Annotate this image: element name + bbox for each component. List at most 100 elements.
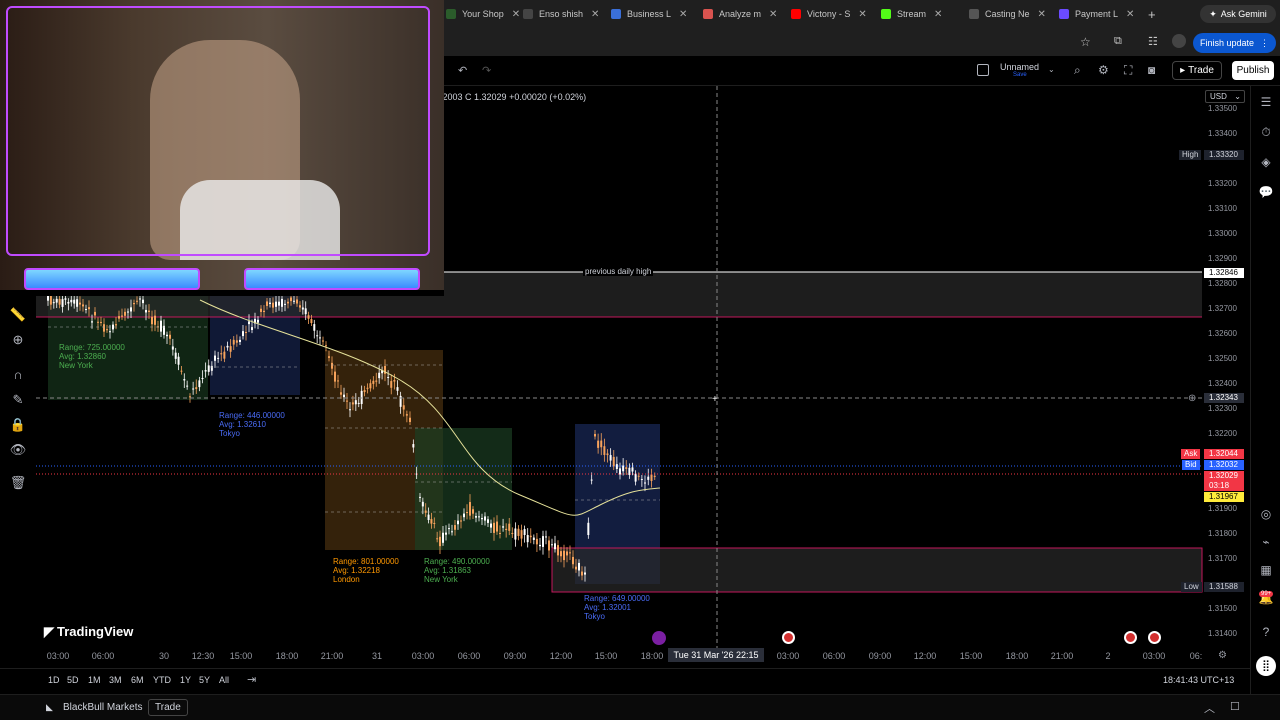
candle-body — [287, 301, 289, 304]
candle-body — [511, 532, 514, 535]
broker-trade-button[interactable]: Trade — [148, 699, 188, 716]
time-tick-label: 03:00 — [46, 651, 70, 661]
close-tab-icon[interactable]: ✕ — [512, 9, 520, 20]
maximize-icon[interactable]: ☐ — [1230, 700, 1240, 713]
us-flag-event-icon[interactable] — [1124, 631, 1137, 644]
range-button[interactable]: 6M — [131, 675, 144, 685]
profile-avatar[interactable] — [1172, 34, 1186, 48]
candle-body — [427, 514, 430, 520]
range-button[interactable]: 1D — [48, 675, 60, 685]
watchlist-icon[interactable]: ☰ — [1258, 94, 1274, 110]
tab-label: Stream — [897, 9, 927, 19]
time-tick-label: 18:00 — [640, 651, 664, 661]
finish-update-button[interactable]: Finish update ⋮ — [1193, 33, 1276, 53]
alerts-clock-icon[interactable]: ⏱ — [1258, 124, 1274, 140]
browser-tab[interactable]: Analyze m ✕ — [703, 4, 777, 24]
bookmark-star-icon[interactable]: ☆ — [1080, 35, 1091, 49]
candle-body — [505, 528, 508, 531]
range-button[interactable]: 5D — [67, 675, 79, 685]
previous-daily-high-price-tag: 1.32846 — [1204, 268, 1244, 278]
layers-icon[interactable]: ◈ — [1258, 154, 1274, 170]
time-tick-label: 31 — [371, 651, 383, 661]
tab-label: Payment L — [1075, 9, 1119, 19]
apps-grid-icon[interactable]: ⣿ — [1256, 656, 1276, 676]
candle-body — [248, 321, 250, 325]
time-tick-label: 12:00 — [913, 651, 937, 661]
pencil-icon[interactable]: ✎ — [9, 391, 27, 409]
range-button[interactable]: YTD — [153, 675, 171, 685]
undo-icon[interactable]: ↶ — [458, 64, 467, 77]
time-axis-settings-icon[interactable]: ⚙ — [1218, 650, 1227, 661]
candle-body — [615, 464, 618, 470]
close-tab-icon[interactable]: ✕ — [1038, 9, 1046, 20]
pulse-icon[interactable]: ⌁ — [1258, 534, 1274, 550]
fullscreen-icon[interactable]: ⛶ — [1124, 63, 1132, 78]
lock-icon[interactable]: 🔒 — [9, 416, 27, 434]
broker-name[interactable]: BlackBull Markets — [63, 702, 142, 713]
session-range: Range: 446.00000 — [219, 411, 285, 420]
browser-tab[interactable]: Casting Ne ✕ — [969, 4, 1046, 24]
candle-body — [214, 355, 216, 361]
chevron-up-icon[interactable]: ︿ — [1204, 700, 1215, 716]
range-button[interactable]: 1Y — [180, 675, 191, 685]
help-icon[interactable]: ? — [1258, 624, 1274, 640]
browser-tab[interactable]: Enso shish ✕ — [523, 4, 599, 24]
ruler-icon[interactable]: 📏 — [9, 306, 27, 324]
clock[interactable]: 18:41:43 UTC+13 — [1163, 675, 1234, 685]
snapshot-camera-icon[interactable]: ◙ — [1148, 63, 1155, 77]
us-flag-event-icon[interactable] — [782, 631, 795, 644]
ask-gemini-button[interactable]: ✦ Ask Gemini — [1200, 5, 1276, 23]
close-tab-icon[interactable]: ✕ — [591, 9, 599, 20]
eye-icon[interactable]: 👁 — [9, 441, 27, 459]
cast-icon[interactable]: ☷ — [1148, 35, 1158, 48]
close-tab-icon[interactable]: ✕ — [1126, 9, 1134, 20]
candle-body — [421, 501, 424, 507]
chevron-down-icon[interactable]: ⌄ — [1048, 65, 1055, 74]
redo-icon[interactable]: ↷ — [482, 64, 491, 77]
close-tab-icon[interactable]: ✕ — [934, 9, 942, 20]
browser-tab[interactable]: Victony - S ✕ — [791, 4, 867, 24]
layout-icon[interactable] — [977, 64, 989, 76]
event-marker-icon[interactable] — [652, 631, 666, 645]
range-button[interactable]: All — [219, 675, 229, 685]
candle-body — [448, 528, 450, 530]
settings-gear-icon[interactable]: ⚙ — [1098, 63, 1109, 77]
layout-name[interactable]: Unnamed — [1000, 62, 1039, 72]
trash-icon[interactable]: 🗑 — [9, 474, 27, 492]
target-icon[interactable]: ◎ — [1258, 506, 1274, 522]
layout-save-label[interactable]: Save — [1013, 72, 1027, 78]
browser-tab[interactable]: Stream ✕ — [881, 4, 942, 24]
new-tab-button[interactable]: + — [1148, 4, 1156, 24]
range-button[interactable]: 5Y — [199, 675, 210, 685]
candle-body — [106, 329, 108, 331]
candle-body — [109, 331, 111, 333]
add-alert-icon[interactable]: ⊕ — [1188, 393, 1196, 404]
candle-body — [307, 315, 310, 319]
browser-tab[interactable]: Business L ✕ — [611, 4, 687, 24]
calendar-icon[interactable]: ▦ — [1258, 562, 1274, 578]
trade-button[interactable]: ▸ Trade — [1172, 61, 1222, 80]
close-tab-icon[interactable]: ✕ — [858, 9, 866, 20]
candle-body — [322, 340, 324, 342]
picture-in-picture-icon[interactable]: ⧉ — [1114, 35, 1122, 48]
zoom-in-icon[interactable]: ⊕ — [9, 331, 27, 349]
candle-body — [154, 315, 156, 325]
range-button[interactable]: 1M — [88, 675, 101, 685]
close-tab-icon[interactable]: ✕ — [769, 9, 777, 20]
us-flag-event-icon[interactable] — [1148, 631, 1161, 644]
chat-icon[interactable]: 💬 — [1258, 184, 1274, 200]
currency-selector[interactable]: USD ⌄ — [1205, 90, 1245, 103]
close-tab-icon[interactable]: ✕ — [679, 9, 687, 20]
candle-body — [232, 339, 235, 345]
browser-tab[interactable]: Payment L ✕ — [1059, 4, 1134, 24]
quick-search-icon[interactable]: ⌕ — [1074, 63, 1081, 78]
time-tick-label: 12:30 — [191, 651, 215, 661]
goto-date-icon[interactable]: ⇥ — [247, 673, 256, 686]
publish-button[interactable]: Publish — [1232, 61, 1274, 80]
candle-body — [548, 540, 550, 551]
candle-body — [622, 465, 625, 472]
magnet-icon[interactable]: ∩ — [9, 366, 27, 384]
range-button[interactable]: 3M — [109, 675, 122, 685]
browser-tab[interactable]: Your Shop ✕ — [446, 4, 520, 24]
candle-body — [472, 509, 474, 514]
